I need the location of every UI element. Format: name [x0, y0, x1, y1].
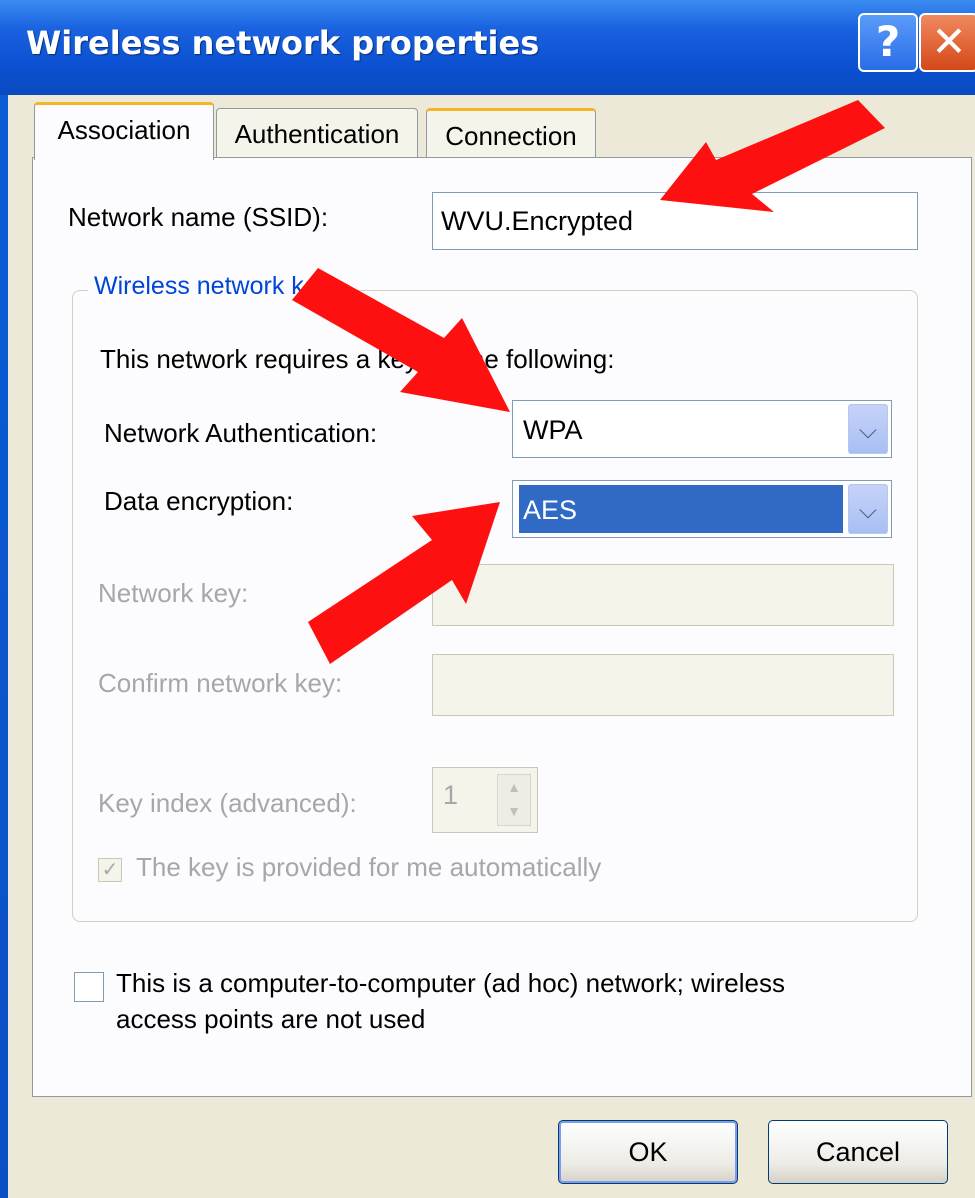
ssid-label: Network name (SSID):	[68, 202, 329, 232]
close-button[interactable]: ✕	[919, 13, 975, 72]
chevron-down-icon[interactable]: ⌵	[848, 404, 888, 454]
cancel-button[interactable]: Cancel	[768, 1120, 948, 1184]
ssid-input[interactable]: WVU.Encrypted	[432, 192, 918, 250]
network-key-label: Network key:	[98, 578, 249, 608]
network-auth-value: WPA	[523, 415, 583, 445]
wireless-key-group-title: Wireless network key	[88, 272, 337, 301]
window-title: Wireless network properties	[26, 24, 540, 62]
data-encryption-value: AES	[519, 485, 843, 533]
auto-key-checkbox[interactable]: ✓	[98, 858, 122, 882]
auto-key-label: The key is provided for me automatically	[136, 852, 602, 882]
tab-association[interactable]: Association	[34, 102, 214, 160]
tab-connection[interactable]: Connection	[426, 108, 596, 158]
data-encryption-dropdown[interactable]: AES ⌵	[512, 480, 892, 538]
network-auth-label: Network Authentication:	[104, 418, 378, 448]
key-intro-text: This network requires a key for the foll…	[100, 344, 615, 374]
key-index-value: 1	[443, 780, 459, 810]
adhoc-label-line2: access points are not used	[116, 1004, 426, 1034]
dialog-window: Wireless network properties ? ✕ Associat…	[0, 0, 975, 1198]
spin-arrows-icon[interactable]: ▲ ▼	[497, 774, 531, 826]
ok-button[interactable]: OK	[558, 1120, 738, 1184]
adhoc-checkbox[interactable]	[74, 972, 104, 1002]
network-key-input[interactable]	[432, 564, 894, 626]
tab-authentication[interactable]: Authentication	[216, 108, 418, 158]
network-auth-dropdown[interactable]: WPA ⌵	[512, 400, 892, 458]
title-bar[interactable]: Wireless network properties ? ✕	[0, 0, 975, 95]
confirm-key-input[interactable]	[432, 654, 894, 716]
confirm-key-label: Confirm network key:	[98, 668, 343, 698]
adhoc-label-line1: This is a computer-to-computer (ad hoc) …	[116, 968, 786, 998]
data-encryption-label: Data encryption:	[104, 486, 294, 516]
help-button[interactable]: ?	[858, 13, 918, 72]
key-index-label: Key index (advanced):	[98, 788, 357, 818]
checkmark-icon: ✓	[101, 859, 119, 881]
key-index-stepper[interactable]: 1 ▲ ▼	[432, 767, 538, 833]
chevron-down-icon[interactable]: ⌵	[848, 484, 888, 534]
